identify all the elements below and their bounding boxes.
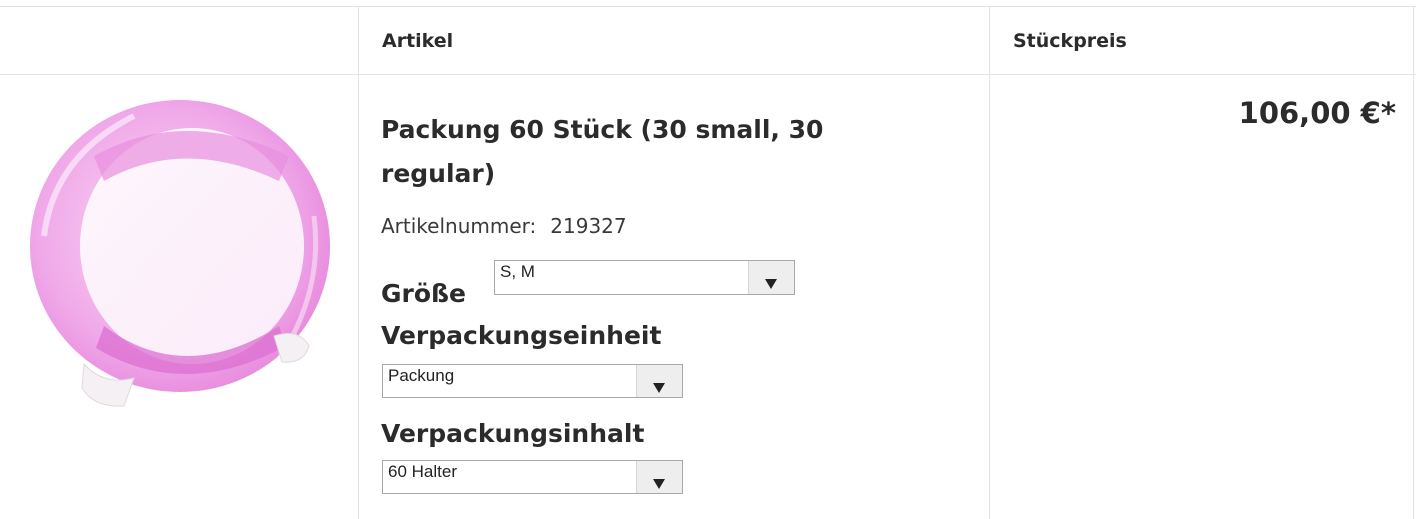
size-select-toggle[interactable] (748, 261, 794, 294)
unit-price: 106,00 €* (1238, 96, 1396, 130)
chevron-down-icon (653, 383, 665, 393)
packaging-content-label: Verpackungsinhalt (381, 419, 645, 448)
packaging-unit-select[interactable]: Packung (382, 364, 683, 398)
packaging-unit-select-toggle[interactable] (636, 365, 682, 397)
packaging-content-select-toggle[interactable] (636, 461, 682, 493)
article-number: Artikelnummer: 219327 (381, 214, 627, 238)
cart-table: Artikel Stückpreis Packung 60 Stück (30 … (0, 0, 1416, 519)
product-title[interactable]: Packung 60 Stück (30 small, 30 regular) (381, 108, 941, 196)
size-label: Größe (381, 279, 466, 308)
article-number-label: Artikelnummer: (381, 214, 537, 238)
article-number-value: 219327 (550, 214, 627, 238)
column-divider-image (358, 6, 359, 519)
size-select-value: S, M (500, 262, 535, 281)
packaging-content-select-value: 60 Halter (388, 462, 457, 481)
column-header-article: Artikel (382, 30, 454, 52)
chevron-down-icon (653, 479, 665, 489)
pink-ring-holder-image (30, 100, 330, 407)
packaging-unit-select-value: Packung (388, 366, 455, 385)
column-divider-right (1413, 6, 1414, 519)
column-divider-article (989, 6, 990, 519)
packaging-content-select[interactable]: 60 Halter (382, 460, 683, 494)
column-header-price: Stückpreis (1013, 30, 1127, 52)
size-select[interactable]: S, M (494, 260, 795, 295)
packaging-unit-label: Verpackungseinheit (381, 321, 662, 350)
product-image[interactable] (24, 96, 337, 408)
chevron-down-icon (765, 279, 777, 289)
table-header-divider (0, 74, 1416, 75)
table-top-border (0, 6, 1416, 7)
